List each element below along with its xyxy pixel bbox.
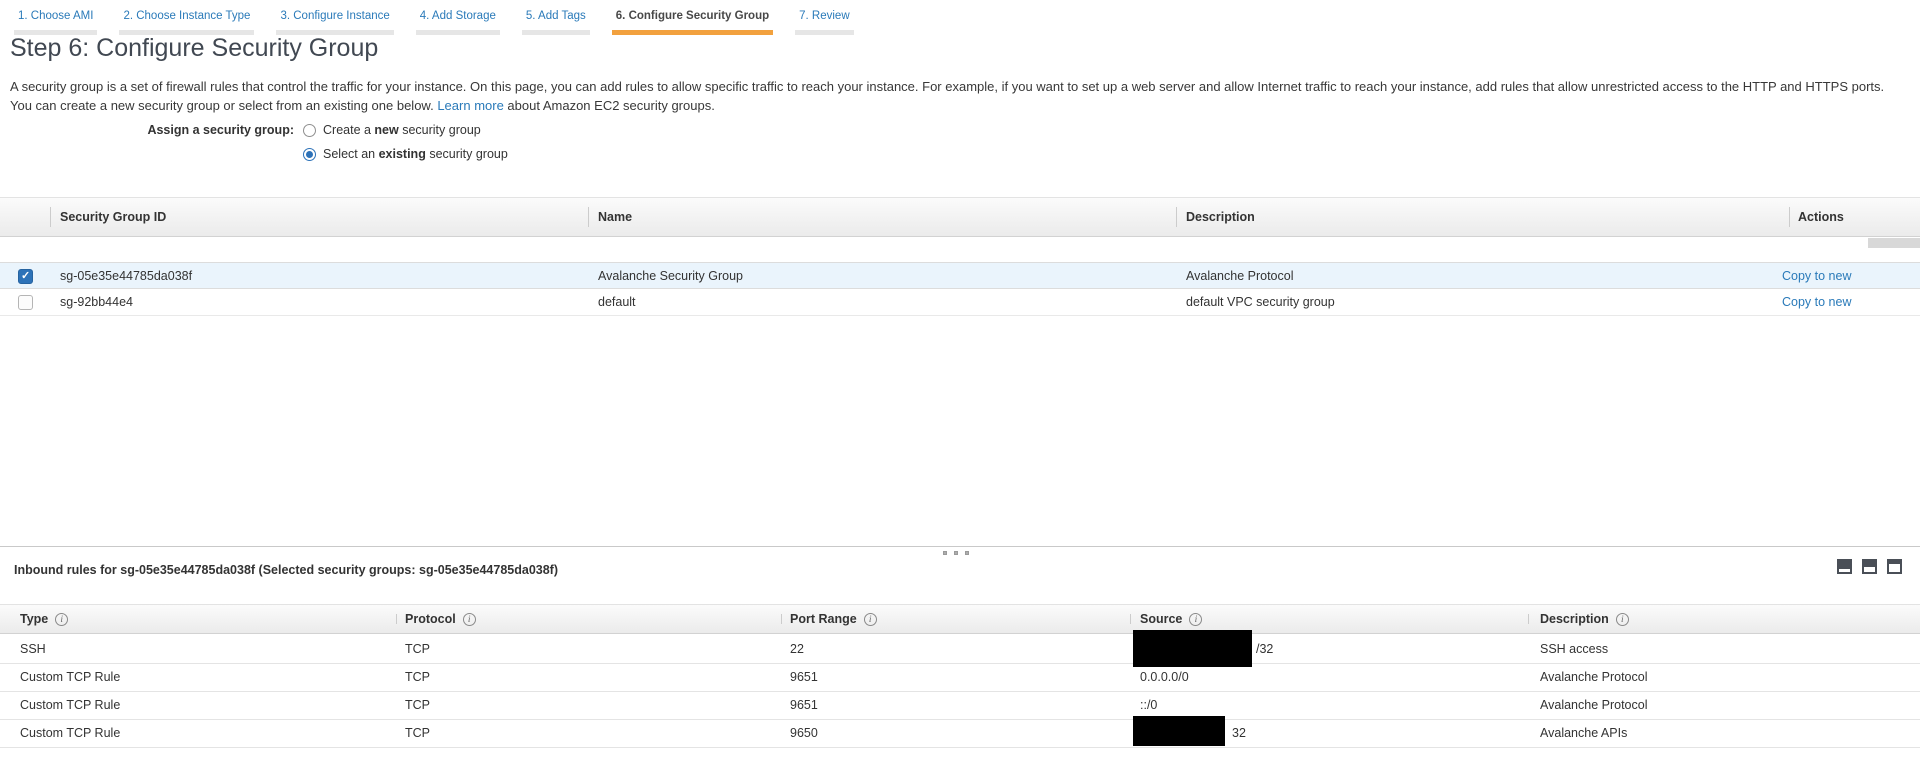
security-group-row[interactable]: sg-92bb44e4 default default VPC security…: [0, 289, 1920, 316]
column-separator: [50, 207, 51, 227]
inbound-rules-table: Type Protocol Port Range Source Descript…: [0, 604, 1920, 634]
security-groups-table-header: Security Group ID Name Description Actio…: [0, 197, 1920, 237]
rule-port: 9651: [790, 664, 818, 691]
rule-port: 9650: [790, 720, 818, 747]
copy-to-new-link[interactable]: Copy to new: [1782, 263, 1851, 289]
radio-create-new-label: Create a new security group: [323, 123, 481, 137]
pane-size-controls: [1837, 559, 1902, 574]
sg-id: sg-92bb44e4: [60, 289, 133, 315]
tab-add-storage[interactable]: 4. Add Storage: [416, 6, 500, 35]
inbound-rules-table-header: Type Protocol Port Range Source Descript…: [0, 604, 1920, 634]
radio-select-existing-icon[interactable]: [303, 148, 316, 161]
drag-dot-icon: [943, 551, 947, 555]
expand-bottom-pane-icon[interactable]: [1887, 559, 1902, 574]
header-security-group-id: Security Group ID: [60, 198, 166, 236]
info-icon[interactable]: [1189, 613, 1202, 626]
drag-dot-icon: [965, 551, 969, 555]
rule-source: 32: [1232, 720, 1246, 747]
redacted-source-ip: [1133, 716, 1225, 746]
header-name: Name: [598, 198, 632, 236]
wizard-tab-bar: 1. Choose AMI 2. Choose Instance Type 3.…: [14, 6, 854, 35]
column-separator: [781, 614, 782, 624]
intro-text: A security group is a set of firewall ru…: [10, 77, 1900, 115]
rule-protocol: TCP: [405, 692, 430, 719]
rule-description: Avalanche Protocol: [1540, 692, 1647, 719]
inbound-rule-row: Custom TCP Rule TCP 9650 32 Avalanche AP…: [0, 720, 1920, 748]
intro-before-link: A security group is a set of firewall ru…: [10, 79, 1884, 113]
column-separator: [396, 614, 397, 624]
page-title: Step 6: Configure Security Group: [10, 34, 378, 63]
row-checkbox-checked[interactable]: [18, 269, 33, 284]
info-icon[interactable]: [1616, 613, 1629, 626]
rule-port: 9651: [790, 692, 818, 719]
intro-after-link: about Amazon EC2 security groups.: [504, 98, 715, 113]
sg-description: default VPC security group: [1186, 289, 1335, 315]
rule-protocol: TCP: [405, 664, 430, 691]
rule-description: Avalanche APIs: [1540, 720, 1627, 747]
radio-select-existing-label: Select an existing security group: [323, 147, 508, 161]
tab-add-tags[interactable]: 5. Add Tags: [522, 6, 590, 35]
redacted-source-ip: [1133, 630, 1252, 667]
header-rule-description: Description: [1540, 605, 1629, 634]
tab-review[interactable]: 7. Review: [795, 6, 854, 35]
assign-security-group-label: Assign a security group:: [0, 123, 303, 137]
tab-choose-ami[interactable]: 1. Choose AMI: [14, 6, 97, 35]
rule-type: SSH: [20, 636, 46, 663]
row-checkbox-unchecked[interactable]: [18, 295, 33, 310]
rule-type: Custom TCP Rule: [20, 664, 120, 691]
sg-name: Avalanche Security Group: [598, 263, 743, 289]
info-icon[interactable]: [463, 613, 476, 626]
radio-create-new-icon[interactable]: [303, 124, 316, 137]
security-group-row-selected[interactable]: sg-05e35e44785da038f Avalanche Security …: [0, 262, 1920, 289]
rule-type: Custom TCP Rule: [20, 692, 120, 719]
inbound-rule-row: Custom TCP Rule TCP 9651 ::/0 Avalanche …: [0, 692, 1920, 720]
pane-drag-handle[interactable]: [943, 551, 969, 555]
rule-protocol: TCP: [405, 720, 430, 747]
radio-option-create-new[interactable]: Create a new security group: [303, 123, 481, 137]
rule-source: /32: [1256, 636, 1273, 663]
radio-option-select-existing[interactable]: Select an existing security group: [303, 147, 508, 161]
rule-source: 0.0.0.0/0: [1140, 664, 1189, 691]
collapse-bottom-pane-icon[interactable]: [1837, 559, 1852, 574]
tab-configure-security-group[interactable]: 6. Configure Security Group: [612, 6, 773, 35]
column-separator: [1130, 614, 1131, 624]
sg-id: sg-05e35e44785da038f: [60, 263, 192, 289]
header-actions: Actions: [1798, 198, 1844, 236]
security-groups-table: Security Group ID Name Description Actio…: [0, 197, 1920, 237]
tab-configure-instance[interactable]: 3. Configure Instance: [276, 6, 393, 35]
rule-type: Custom TCP Rule: [20, 720, 120, 747]
assign-security-group-row: Select an existing security group: [0, 147, 508, 161]
copy-to-new-link[interactable]: Copy to new: [1782, 289, 1851, 315]
inbound-rule-row: Custom TCP Rule TCP 9651 0.0.0.0/0 Avala…: [0, 664, 1920, 692]
table-scrollbar-corner: [1868, 238, 1920, 248]
learn-more-link[interactable]: Learn more: [437, 98, 503, 113]
column-separator: [1528, 614, 1529, 624]
sg-name: default: [598, 289, 636, 315]
header-protocol: Protocol: [405, 605, 476, 634]
info-icon[interactable]: [864, 613, 877, 626]
rule-port: 22: [790, 636, 804, 663]
rule-protocol: TCP: [405, 636, 430, 663]
header-port-range: Port Range: [790, 605, 877, 634]
rule-source: ::/0: [1140, 692, 1157, 719]
assign-security-group-row: Assign a security group: Create a new se…: [0, 123, 481, 137]
column-separator: [1789, 207, 1790, 227]
column-separator: [1176, 207, 1177, 227]
split-pane-divider: [0, 546, 1920, 547]
tab-choose-instance-type[interactable]: 2. Choose Instance Type: [119, 6, 254, 35]
half-bottom-pane-icon[interactable]: [1862, 559, 1877, 574]
rule-description: Avalanche Protocol: [1540, 664, 1647, 691]
inbound-rules-title: Inbound rules for sg-05e35e44785da038f (…: [14, 563, 558, 577]
column-separator: [588, 207, 589, 227]
inbound-rule-row: SSH TCP 22 /32 SSH access: [0, 636, 1920, 664]
header-description: Description: [1186, 198, 1255, 236]
drag-dot-icon: [954, 551, 958, 555]
header-type: Type: [20, 605, 68, 634]
sg-description: Avalanche Protocol: [1186, 263, 1293, 289]
info-icon[interactable]: [55, 613, 68, 626]
rule-description: SSH access: [1540, 636, 1608, 663]
